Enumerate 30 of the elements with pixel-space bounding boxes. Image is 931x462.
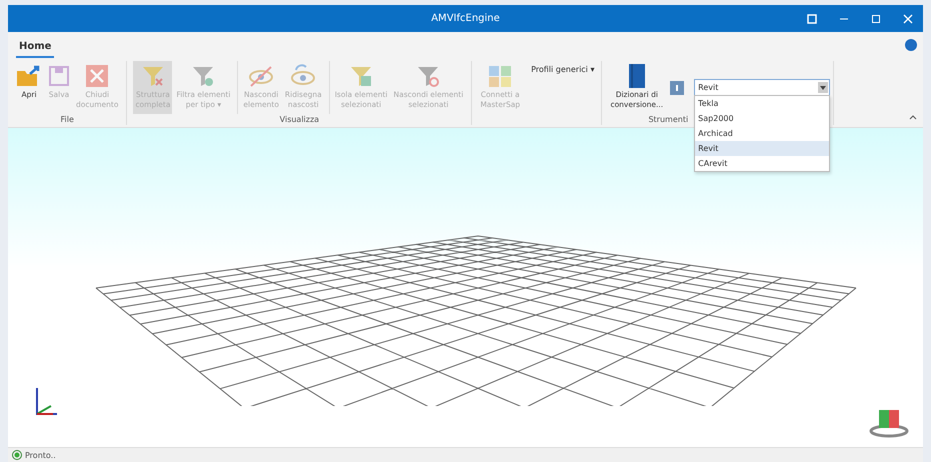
dropdown-option[interactable]: CArevit [695, 156, 830, 171]
window-title: AMVIfcEngine [431, 13, 500, 24]
dropdown-option[interactable]: Archicad [695, 126, 830, 141]
close-icon [903, 14, 913, 24]
close-icon [85, 64, 110, 88]
status-icon [12, 450, 22, 460]
group-label: Visualizza [280, 114, 320, 125]
eye-icon [290, 64, 316, 88]
group-label: File [60, 114, 74, 125]
dropdown-option[interactable]: Tekla [695, 96, 830, 111]
funnel-icon [191, 64, 216, 88]
funnel-icon [416, 64, 440, 88]
book-icon [626, 63, 647, 89]
format-combo-box[interactable]: Revit [694, 79, 830, 96]
maximize-icon [871, 14, 881, 24]
group-label: Strumenti [648, 114, 688, 125]
collapse-icon [909, 114, 917, 120]
help-button[interactable] [670, 81, 684, 95]
info-icon [905, 39, 917, 51]
puzzle-icon [487, 64, 514, 88]
caret-icon [820, 86, 826, 90]
folder-icon [16, 65, 42, 87]
funnel-icon [140, 64, 165, 88]
dropdown-button[interactable]: Profili generici ▾ [527, 61, 598, 78]
dropdown-option[interactable]: Revit [695, 141, 830, 156]
eye-icon [248, 64, 274, 88]
status-text: Pronto.. [25, 450, 56, 460]
funnel-icon [349, 64, 374, 88]
floppy-icon [48, 65, 70, 87]
dropdown-option[interactable]: Sap2000 [695, 111, 830, 126]
